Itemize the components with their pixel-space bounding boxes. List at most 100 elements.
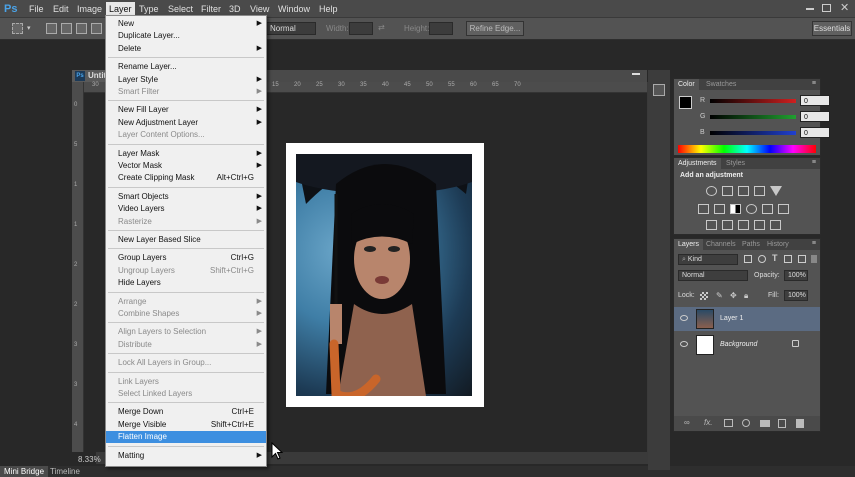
- maximize-icon[interactable]: [822, 4, 831, 12]
- menu-item-lock-all-layers-in-group[interactable]: Lock All Layers in Group...: [106, 357, 266, 369]
- menu-item-new-layer-based-slice[interactable]: New Layer Based Slice: [106, 234, 266, 246]
- lock-transparent-icon[interactable]: [700, 292, 708, 300]
- menu-item-rasterize[interactable]: Rasterize ▶: [106, 216, 266, 228]
- menu-image[interactable]: Image: [74, 3, 105, 16]
- menu-item-smart-objects[interactable]: Smart Objects ▶: [106, 191, 266, 203]
- filter-shape-icon[interactable]: [784, 255, 792, 263]
- menu-item-ungroup-layers[interactable]: Ungroup Layers Shift+Ctrl+G: [106, 265, 266, 277]
- mask-icon[interactable]: [724, 419, 733, 427]
- blue-track[interactable]: [710, 131, 796, 135]
- menu-item-layer-style[interactable]: Layer Style ▶: [106, 74, 266, 86]
- menu-item-new-fill-layer[interactable]: New Fill Layer ▶: [106, 104, 266, 116]
- eye-icon[interactable]: [680, 315, 688, 321]
- chevron-down-icon[interactable]: ▾: [27, 24, 31, 32]
- filter-adjustment-icon[interactable]: [758, 255, 766, 263]
- swap-icon[interactable]: ⇄: [378, 23, 385, 32]
- layer-name[interactable]: Layer 1: [720, 315, 743, 322]
- new-layer-icon[interactable]: [778, 419, 786, 428]
- layer-name[interactable]: Background: [720, 341, 757, 348]
- eye-icon[interactable]: [680, 341, 688, 347]
- adjustment-icon[interactable]: [742, 419, 750, 427]
- menu-item-new[interactable]: New ▶: [106, 18, 266, 30]
- workspace-button[interactable]: Essentials: [812, 21, 852, 36]
- tab-styles[interactable]: Styles: [722, 158, 749, 169]
- tab-channels[interactable]: Channels: [702, 239, 740, 250]
- menu-item-new-adjustment-layer[interactable]: New Adjustment Layer ▶: [106, 117, 266, 129]
- filter-pixel-icon[interactable]: [744, 255, 752, 263]
- filter-smart-object-icon[interactable]: [798, 255, 806, 263]
- red-track[interactable]: [710, 99, 796, 103]
- panel-menu-icon[interactable]: ≡: [812, 240, 816, 247]
- tab-swatches[interactable]: Swatches: [702, 79, 740, 90]
- menu-item-delete[interactable]: Delete ▶: [106, 43, 266, 55]
- menu-item-select-linked-layers[interactable]: Select Linked Layers: [106, 388, 266, 400]
- new-selection-icon[interactable]: [46, 23, 57, 34]
- menu-item-video-layers[interactable]: Video Layers ▶: [106, 203, 266, 215]
- photo-filter-icon[interactable]: [746, 204, 757, 214]
- folder-icon[interactable]: [760, 420, 770, 427]
- menu-item-create-clipping-mask[interactable]: Create Clipping Mask Alt+Ctrl+G: [106, 172, 266, 184]
- panel-minimize-icon[interactable]: [632, 73, 640, 75]
- minimize-icon[interactable]: [806, 8, 814, 10]
- menu-help[interactable]: Help: [316, 3, 341, 16]
- intersect-selection-icon[interactable]: [91, 23, 102, 34]
- threshold-icon[interactable]: [738, 220, 749, 230]
- gradient-map-icon[interactable]: [754, 220, 765, 230]
- tab-layers[interactable]: Layers: [674, 239, 704, 250]
- opacity-input[interactable]: 100%: [784, 270, 808, 281]
- close-icon[interactable]: ✕: [840, 2, 849, 14]
- fx-icon[interactable]: fx.: [704, 418, 712, 427]
- panel-menu-icon[interactable]: ≡: [812, 159, 816, 166]
- style-select[interactable]: Normal: [266, 22, 316, 35]
- tab-adjustments[interactable]: Adjustments: [674, 158, 721, 169]
- curves-icon[interactable]: [738, 186, 749, 196]
- red-value-input[interactable]: 0: [800, 95, 830, 106]
- layer-filter-kind-select[interactable]: ⌕ Kind: [678, 254, 738, 265]
- zoom-level[interactable]: 8.33%: [78, 455, 101, 464]
- color-balance-icon[interactable]: [714, 204, 725, 214]
- tab-timeline[interactable]: Timeline: [46, 466, 84, 477]
- menu-window[interactable]: Window: [275, 3, 313, 16]
- vibrance-icon[interactable]: [770, 186, 782, 196]
- fill-input[interactable]: 100%: [784, 290, 808, 301]
- document-canvas[interactable]: [286, 143, 484, 407]
- menu-item-rename-layer[interactable]: Rename Layer...: [106, 61, 266, 73]
- foreground-color-swatch[interactable]: [679, 96, 692, 109]
- menu-item-vector-mask[interactable]: Vector Mask ▶: [106, 160, 266, 172]
- tab-history[interactable]: History: [763, 239, 793, 250]
- exposure-icon[interactable]: [754, 186, 765, 196]
- menu-edit[interactable]: Edit: [50, 3, 72, 16]
- green-track[interactable]: [710, 115, 796, 119]
- channel-mixer-icon[interactable]: [762, 204, 773, 214]
- menu-item-merge-visible[interactable]: Merge Visible Shift+Ctrl+E: [106, 419, 266, 431]
- menu-item-arrange[interactable]: Arrange ▶: [106, 296, 266, 308]
- refine-edge-button[interactable]: Refine Edge...: [466, 21, 524, 36]
- blend-mode-select[interactable]: Normal: [678, 270, 748, 281]
- green-value-input[interactable]: 0: [800, 111, 830, 122]
- menu-item-link-layers[interactable]: Link Layers: [106, 376, 266, 388]
- lock-all-icon[interactable]: 🔒︎: [744, 291, 748, 301]
- layer-row[interactable]: Layer 1: [674, 307, 820, 331]
- lock-position-icon[interactable]: ✥: [730, 291, 737, 300]
- lock-image-icon[interactable]: ✎: [716, 291, 723, 300]
- menu-item-flatten-image[interactable]: Flatten Image: [106, 431, 266, 444]
- panel-toggle-icon[interactable]: [653, 84, 665, 96]
- tab-color[interactable]: Color: [674, 79, 699, 90]
- black-white-icon[interactable]: [730, 204, 741, 214]
- color-lookup-icon[interactable]: [778, 204, 789, 214]
- levels-icon[interactable]: [722, 186, 733, 196]
- tab-mini-bridge[interactable]: Mini Bridge: [0, 466, 49, 477]
- trash-icon[interactable]: [796, 419, 804, 428]
- color-spectrum-bar[interactable]: [678, 145, 816, 153]
- marquee-tool-icon[interactable]: [12, 23, 23, 34]
- menu-item-layer-mask[interactable]: Layer Mask ▶: [106, 148, 266, 160]
- menu-item-hide-layers[interactable]: Hide Layers: [106, 277, 266, 289]
- menu-item-smart-filter[interactable]: Smart Filter ▶: [106, 86, 266, 98]
- menu-item-matting[interactable]: Matting ▶: [106, 450, 266, 462]
- filter-toggle-icon[interactable]: [811, 255, 817, 263]
- width-input[interactable]: [349, 22, 373, 35]
- panel-menu-icon[interactable]: ≡: [812, 80, 816, 87]
- invert-icon[interactable]: [706, 220, 717, 230]
- posterize-icon[interactable]: [722, 220, 733, 230]
- hue-saturation-icon[interactable]: [698, 204, 709, 214]
